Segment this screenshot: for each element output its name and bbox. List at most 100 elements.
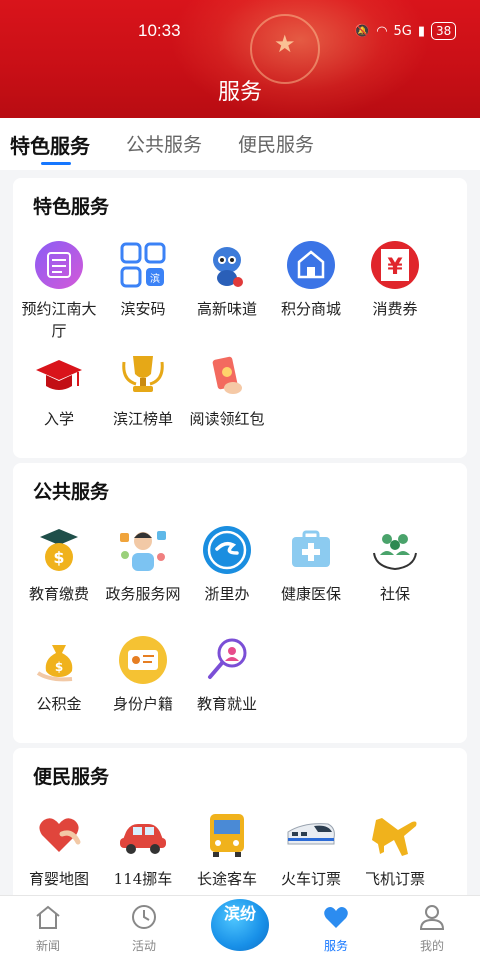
service-item-label: 滨江榜单 bbox=[112, 410, 173, 428]
service-item-coupon[interactable]: ¥ 消费券 bbox=[353, 238, 437, 320]
service-item-flight-ticket[interactable]: 飞机订票 bbox=[353, 808, 437, 890]
mascot-icon bbox=[213, 247, 243, 287]
medical-kit-icon bbox=[292, 530, 330, 567]
government-service-icon bbox=[120, 531, 166, 571]
service-item-label: 预约江南大厅 bbox=[21, 300, 97, 340]
service-item-gaoxin-taste[interactable]: 高新味道 bbox=[185, 238, 269, 320]
graduation-cap-icon bbox=[36, 360, 82, 390]
service-item-label: 火车订票 bbox=[280, 870, 341, 888]
service-item-baby-map[interactable]: 育婴地图 bbox=[17, 808, 101, 890]
service-item-appointment[interactable]: 预约江南大厅 bbox=[17, 238, 101, 342]
search-person-icon bbox=[208, 638, 247, 679]
service-item-label: 教育缴费 bbox=[28, 585, 89, 603]
service-item-social-security[interactable]: 社保 bbox=[353, 523, 437, 605]
service-item-label: 滨安码 bbox=[120, 300, 166, 318]
clock-icon bbox=[132, 905, 156, 929]
service-item-label: 长途客车 bbox=[196, 870, 257, 888]
service-item-label: 身份户籍 bbox=[112, 695, 173, 713]
svg-text:¥: ¥ bbox=[387, 255, 403, 280]
heart-hand-icon bbox=[39, 818, 81, 852]
airplane-icon bbox=[372, 818, 417, 856]
wifi-icon: ◠ bbox=[376, 23, 388, 39]
nav-item-mine[interactable]: 我的 bbox=[384, 896, 480, 953]
section-title: 公共服务 bbox=[33, 481, 110, 503]
service-item-label: 114挪车 bbox=[113, 870, 173, 888]
service-item-label: 浙里办 bbox=[204, 585, 250, 603]
user-icon bbox=[419, 905, 445, 930]
nav-item-news[interactable]: 新闻 bbox=[0, 896, 96, 953]
status-icons: 🔕 ◠ 5G ▮ 38 bbox=[354, 22, 457, 40]
service-item-train-ticket[interactable]: 火车订票 bbox=[269, 808, 353, 890]
service-item-binjiang-ranking[interactable]: 滨江榜单 bbox=[101, 348, 185, 430]
service-item-label: 公积金 bbox=[36, 695, 82, 713]
service-item-label: 入学 bbox=[43, 410, 74, 428]
service-item-long-distance-bus[interactable]: 长途客车 bbox=[185, 808, 269, 890]
id-card-icon bbox=[119, 636, 167, 684]
service-item-enrollment[interactable]: 入学 bbox=[17, 348, 101, 430]
section-title: 特色服务 bbox=[33, 196, 110, 218]
nav-item-activity[interactable]: 活动 bbox=[96, 896, 192, 953]
calendar-icon bbox=[35, 241, 83, 289]
convenience-services-card: 便民服务 育婴地图 114挪车 长途客车 火车订票 飞机订票 bbox=[13, 748, 467, 895]
home-icon bbox=[36, 905, 60, 929]
service-item-move-car[interactable]: 114挪车 bbox=[101, 808, 185, 890]
nav-item-label: 我的 bbox=[419, 939, 444, 953]
qr-code-icon: 滨 bbox=[120, 242, 166, 288]
car-icon bbox=[120, 824, 166, 854]
red-envelope-icon bbox=[212, 356, 242, 394]
public-services-card: 公共服务 $ 教育缴费 政务服务网 浙里办 健康医保 社保 $ 公积金 身份户籍… bbox=[13, 463, 467, 743]
shop-icon bbox=[287, 241, 335, 289]
tab-bar: 特色服务 公共服务 便民服务 bbox=[0, 118, 480, 170]
nav-item-label: 活动 bbox=[131, 939, 156, 953]
service-item-read-red-envelope[interactable]: 阅读领红包 bbox=[185, 348, 269, 430]
trophy-icon bbox=[122, 356, 164, 392]
nav-item-label: 服务 bbox=[323, 939, 348, 953]
service-item-points-mall[interactable]: 积分商城 bbox=[269, 238, 353, 320]
service-item-label: 健康医保 bbox=[280, 585, 341, 603]
service-item-label: 消费券 bbox=[372, 300, 418, 318]
service-item-housing-fund[interactable]: $ 公积金 bbox=[17, 633, 101, 715]
tab-convenience-services[interactable]: 便民服务 bbox=[238, 130, 314, 157]
service-item-gov-service[interactable]: 政务服务网 bbox=[101, 523, 185, 605]
tab-special-services[interactable]: 特色服务 bbox=[10, 130, 90, 159]
nav-item-label: 新闻 bbox=[35, 939, 60, 953]
mute-icon: 🔕 bbox=[354, 23, 371, 39]
service-item-label: 教育就业 bbox=[196, 695, 257, 713]
service-item-label: 阅读领红包 bbox=[189, 410, 265, 428]
education-fee-icon: $ bbox=[40, 529, 78, 571]
service-item-id-registry[interactable]: 身份户籍 bbox=[101, 633, 185, 715]
service-item-label: 积分商城 bbox=[280, 300, 341, 318]
service-item-label: 育婴地图 bbox=[28, 870, 89, 888]
train-icon bbox=[287, 823, 335, 845]
svg-text:$: $ bbox=[55, 660, 63, 674]
signal-icon: ▮ bbox=[417, 23, 426, 39]
service-item-label: 高新味道 bbox=[196, 300, 257, 318]
active-tab-indicator bbox=[41, 162, 71, 165]
social-security-icon bbox=[373, 534, 417, 571]
nav-item-services[interactable]: 服务 bbox=[288, 896, 384, 953]
status-time: 10:33 bbox=[138, 21, 181, 40]
zheli-ban-icon bbox=[203, 526, 251, 574]
header-bar: 10:33 🔕 ◠ 5G ▮ 38 服务 bbox=[0, 0, 480, 118]
service-item-label: 飞机订票 bbox=[364, 870, 425, 888]
tab-public-services[interactable]: 公共服务 bbox=[126, 130, 202, 157]
page-title: 服务 bbox=[217, 80, 262, 105]
service-item-label: 政务服务网 bbox=[105, 585, 181, 603]
special-services-card: 特色服务 预约江南大厅 滨 滨安码 高新味道 积分商城 ¥ 消费券 入学 滨江榜… bbox=[13, 178, 467, 458]
heart-icon bbox=[324, 907, 348, 928]
center-logo-label: 滨纷 bbox=[223, 904, 256, 923]
service-item-health-insurance[interactable]: 健康医保 bbox=[269, 523, 353, 605]
section-title: 便民服务 bbox=[33, 766, 110, 788]
service-item-label: 社保 bbox=[379, 585, 410, 603]
signal-label: 5G bbox=[393, 23, 412, 39]
bus-icon bbox=[210, 814, 244, 857]
service-item-education-fee[interactable]: $ 教育缴费 bbox=[17, 523, 101, 605]
center-logo-button[interactable]: 滨纷 bbox=[211, 899, 269, 951]
money-bag-icon: $ bbox=[36, 645, 73, 682]
yuan-coupon-icon: ¥ bbox=[371, 241, 419, 289]
service-item-education-employment[interactable]: 教育就业 bbox=[185, 633, 269, 715]
service-item-zheliban[interactable]: 浙里办 bbox=[185, 523, 269, 605]
svg-text:滨: 滨 bbox=[150, 272, 160, 285]
battery-icon: 38 bbox=[431, 22, 457, 40]
service-item-binan-code[interactable]: 滨 滨安码 bbox=[101, 238, 185, 320]
